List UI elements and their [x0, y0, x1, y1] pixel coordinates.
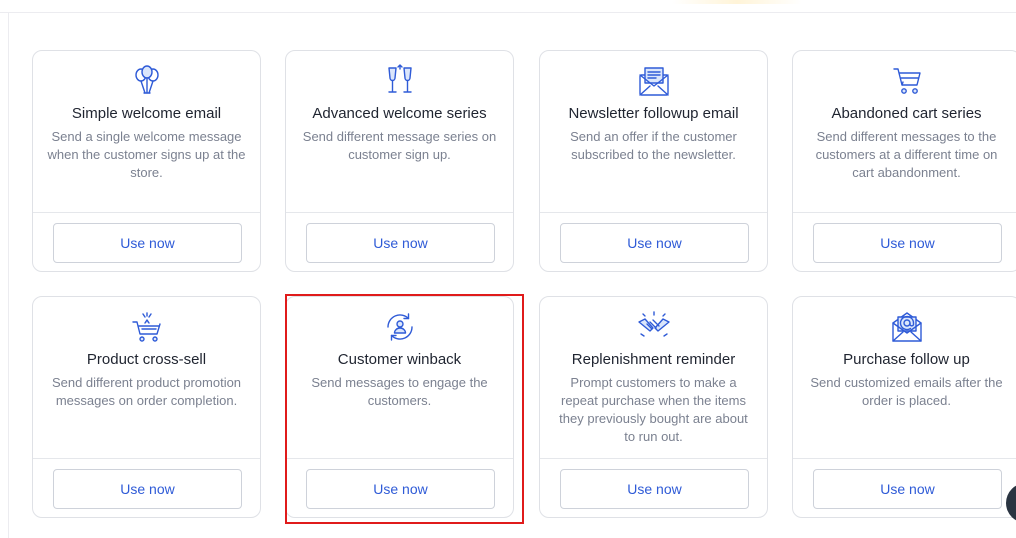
top-glow — [672, 0, 802, 4]
user-refresh-icon — [382, 309, 418, 345]
newsletter-envelope-icon — [636, 63, 672, 99]
use-now-button[interactable]: Use now — [560, 223, 749, 263]
card-title: Abandoned cart series — [831, 105, 982, 122]
card-description: Send different product promotion message… — [51, 375, 242, 408]
email-at-icon — [889, 309, 925, 345]
template-card-advanced-welcome-series: Advanced welcome series Send different m… — [285, 50, 514, 272]
template-card-product-cross-sell: Product cross-sell Send different produc… — [32, 296, 261, 518]
use-now-button[interactable]: Use now — [813, 223, 1002, 263]
use-now-button[interactable]: Use now — [53, 223, 242, 263]
card-description: Send a single welcome message when the c… — [47, 129, 246, 180]
card-description: Send messages to engage the customers. — [311, 375, 488, 408]
shopping-cart-icon — [889, 63, 925, 99]
card-description: Send different message series on custome… — [302, 129, 497, 162]
template-card-simple-welcome-email: Simple welcome email Send a single welco… — [32, 50, 261, 272]
card-description: Send customized emails after the order i… — [810, 375, 1003, 408]
use-now-button[interactable]: Use now — [813, 469, 1002, 509]
card-title: Customer winback — [337, 351, 462, 368]
card-description: Send different messages to the customers… — [815, 129, 998, 180]
card-divider — [793, 212, 1016, 213]
card-divider — [286, 212, 513, 213]
handshake-icon — [636, 309, 672, 345]
card-description: Send an offer if the customer subscribed… — [570, 129, 737, 162]
use-now-button[interactable]: Use now — [306, 469, 495, 509]
card-title: Replenishment reminder — [571, 351, 736, 368]
template-card-abandoned-cart-series: Abandoned cart series Send different mes… — [792, 50, 1016, 272]
template-card-customer-winback: Customer winback Send messages to engage… — [285, 296, 514, 518]
use-now-button[interactable]: Use now — [53, 469, 242, 509]
card-description: Prompt customers to make a repeat purcha… — [559, 375, 748, 444]
sidebar-divider — [8, 13, 9, 538]
card-divider — [286, 458, 513, 459]
card-divider — [540, 458, 767, 459]
card-divider — [33, 212, 260, 213]
basket-icon — [129, 309, 165, 345]
card-title: Newsletter followup email — [568, 105, 739, 122]
use-now-button[interactable]: Use now — [560, 469, 749, 509]
card-title: Product cross-sell — [86, 351, 207, 368]
use-now-button[interactable]: Use now — [306, 223, 495, 263]
automation-templates-page: Simple welcome email Send a single welco… — [0, 0, 1016, 538]
template-card-purchase-follow-up: Purchase follow up Send customized email… — [792, 296, 1016, 518]
card-title: Simple welcome email — [71, 105, 222, 122]
template-card-replenishment-reminder: Replenishment reminder Prompt customers … — [539, 296, 768, 518]
card-title: Advanced welcome series — [312, 105, 487, 122]
card-divider — [540, 212, 767, 213]
card-divider — [793, 458, 1016, 459]
header-divider — [0, 12, 1016, 13]
balloons-icon — [129, 63, 165, 99]
champagne-glasses-icon — [382, 63, 418, 99]
card-divider — [33, 458, 260, 459]
template-card-newsletter-followup-email: Newsletter followup email Send an offer … — [539, 50, 768, 272]
card-title: Purchase follow up — [843, 351, 970, 368]
